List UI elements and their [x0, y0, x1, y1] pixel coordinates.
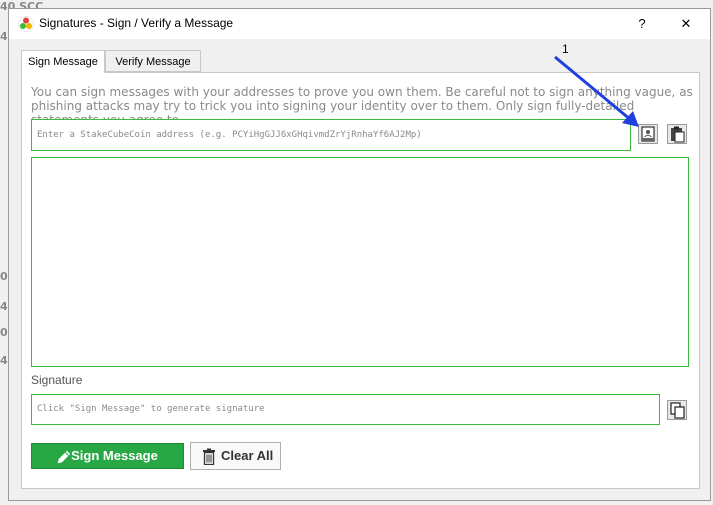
- window-title: Signatures - Sign / Verify a Message: [39, 16, 234, 30]
- title-bar[interactable]: Signatures - Sign / Verify a Message ? ✕: [9, 9, 710, 39]
- pencil-icon: [57, 450, 71, 464]
- paste-button[interactable]: [667, 124, 687, 144]
- clear-all-button[interactable]: Clear All: [190, 442, 281, 470]
- help-button[interactable]: ?: [629, 12, 655, 36]
- signatures-dialog: Signatures - Sign / Verify a Message ? ✕…: [8, 8, 711, 501]
- signature-label: Signature: [31, 373, 83, 387]
- address-input[interactable]: Enter a StakeCubeCoin address (e.g. PCYi…: [31, 119, 631, 151]
- message-textarea[interactable]: [31, 157, 689, 367]
- tab-verify-message[interactable]: Verify Message: [105, 50, 201, 72]
- clear-all-label: Clear All: [221, 448, 274, 463]
- copy-icon: [670, 402, 685, 419]
- trash-icon: [203, 448, 215, 465]
- sign-message-label: Sign Message: [71, 448, 158, 463]
- signature-output[interactable]: Click "Sign Message" to generate signatu…: [31, 394, 660, 425]
- annotation-arrow-icon: [554, 55, 639, 127]
- app-logo-icon: [18, 16, 34, 32]
- tab-sign-message[interactable]: Sign Message: [21, 50, 105, 73]
- paste-icon: [671, 126, 685, 143]
- sign-message-button[interactable]: Sign Message: [31, 443, 184, 469]
- copy-signature-button[interactable]: [667, 400, 687, 420]
- close-button[interactable]: ✕: [673, 12, 699, 36]
